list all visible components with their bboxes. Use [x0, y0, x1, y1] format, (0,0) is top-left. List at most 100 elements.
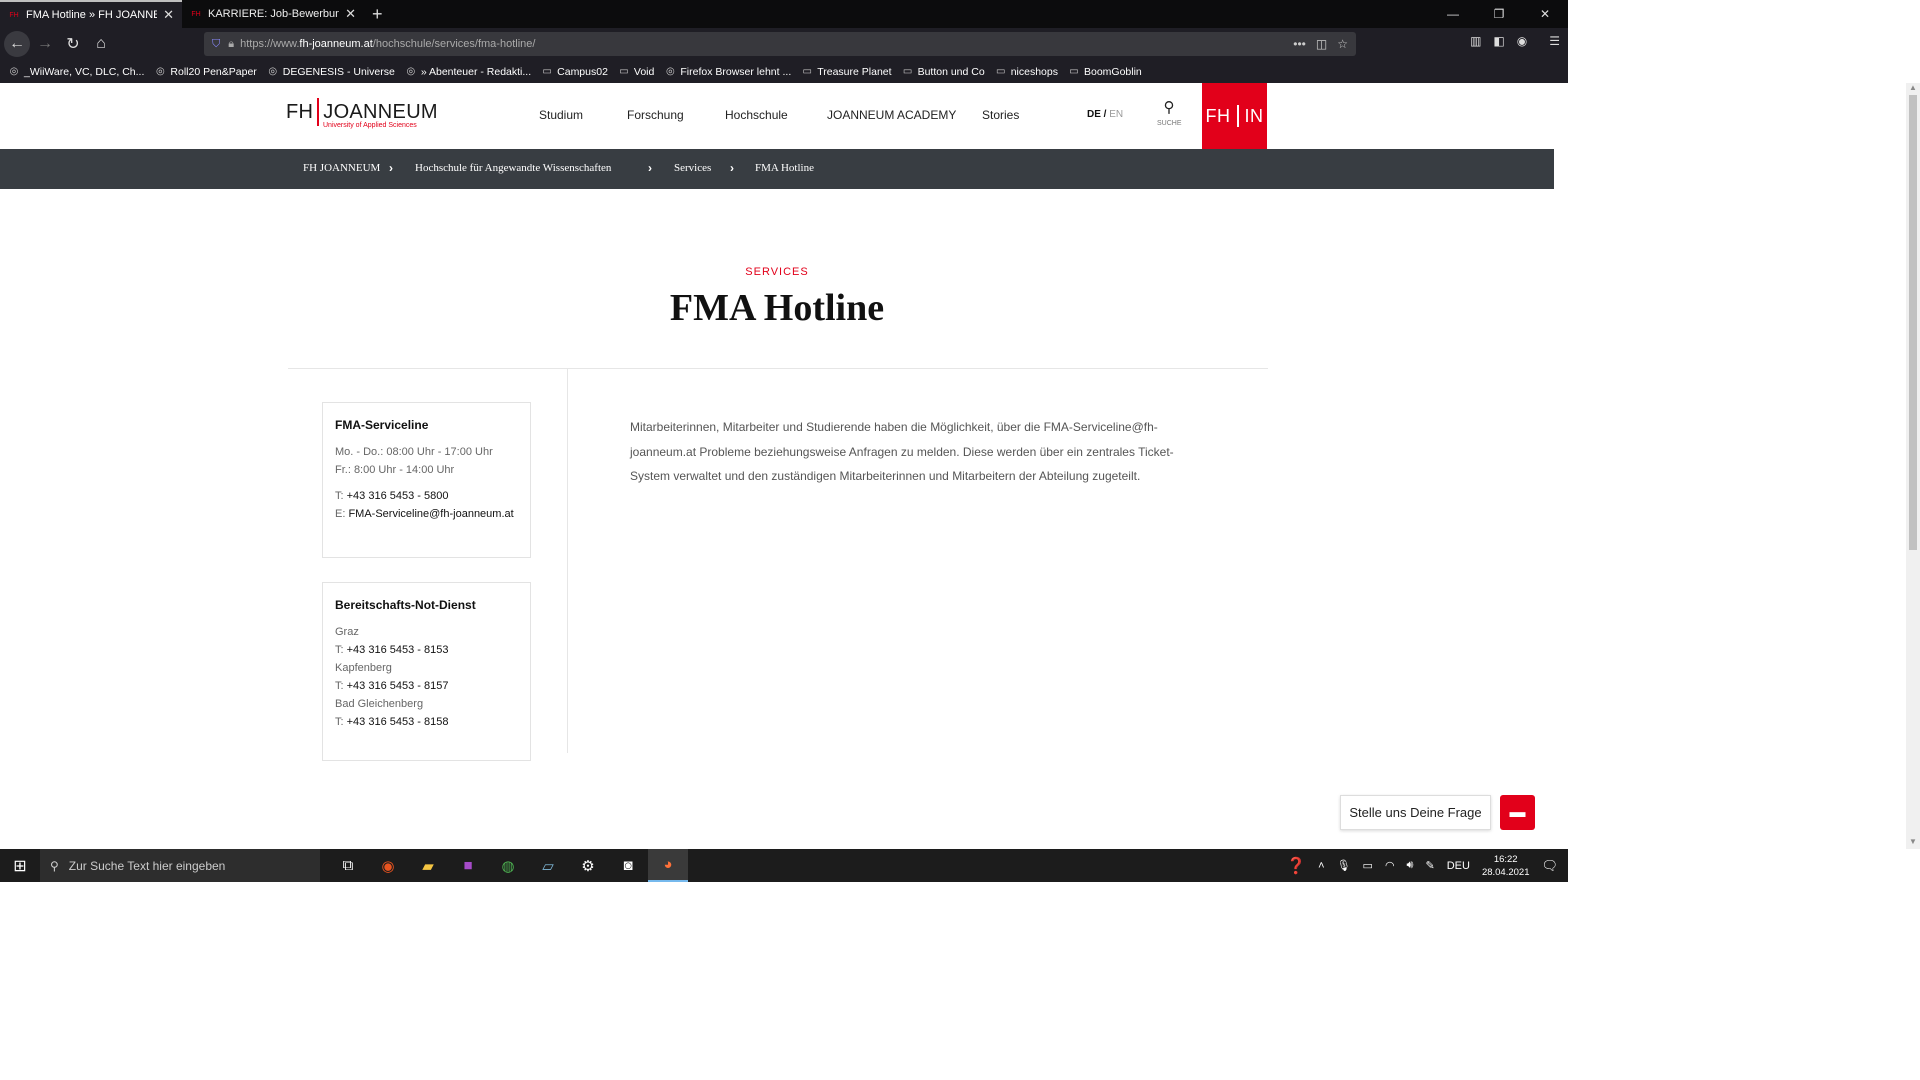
- globe-icon: ◎: [156, 66, 165, 77]
- bookmark-item[interactable]: ▭ Treasure Planet: [801, 66, 892, 78]
- card-title: FMA-Serviceline: [335, 418, 429, 432]
- account-icon[interactable]: ◉: [1517, 34, 1527, 48]
- scroll-up-icon[interactable]: ▲: [1906, 83, 1920, 95]
- ubuntu-icon[interactable]: ◉: [368, 849, 408, 882]
- fh-intern-button[interactable]: FH IN: [1202, 83, 1267, 149]
- wifi-icon[interactable]: ◠: [1385, 859, 1395, 872]
- bookmark-label: _WiiWare, VC, DLC, Ch...: [24, 65, 145, 78]
- pen-icon[interactable]: ✎: [1425, 859, 1434, 872]
- email-link[interactable]: FMA-Serviceline@fh-joanneum.at: [348, 508, 513, 520]
- fh-joanneum-logo[interactable]: FH JOANNEUM University of Applied Science…: [286, 98, 438, 134]
- close-tab-icon[interactable]: ✕: [163, 7, 174, 23]
- breadcrumb-item[interactable]: FH JOANNEUM: [303, 162, 380, 174]
- location-label: Bad Gleichenberg: [335, 698, 424, 710]
- home-icon[interactable]: ⌂: [88, 31, 114, 57]
- favicon-icon: FH: [191, 10, 201, 18]
- nav-studium[interactable]: Studium: [539, 108, 583, 122]
- task-view-icon[interactable]: ⧉: [328, 849, 368, 882]
- battery-icon[interactable]: ▭: [1363, 859, 1373, 872]
- lang-separator: /: [1100, 109, 1110, 120]
- bookmark-item[interactable]: ▭ Void: [618, 66, 654, 78]
- breadcrumb-item[interactable]: Services: [674, 162, 711, 174]
- location-label: Graz: [335, 626, 359, 638]
- page-scrollbar[interactable]: ▲ ▼: [1906, 83, 1920, 849]
- restore-icon[interactable]: ❐: [1476, 0, 1522, 28]
- notifications-icon[interactable]: 🗨︎: [1541, 858, 1558, 874]
- library-icon[interactable]: ▥: [1470, 34, 1481, 48]
- phone-link[interactable]: +43 316 5453 - 8158: [347, 716, 449, 728]
- chevron-right-icon: ›: [730, 161, 734, 175]
- address-bar[interactable]: ⛉ 🔒︎ https://www. fh-joanneum.at/hochschu…: [204, 32, 1356, 56]
- clock-date: 28.04.2021: [1481, 866, 1530, 878]
- input-language[interactable]: DEU: [1447, 860, 1470, 872]
- bookmark-label: DEGENESIS - Universe: [282, 65, 395, 78]
- bookmark-item[interactable]: ▭ niceshops: [995, 66, 1058, 78]
- pocket-icon[interactable]: ◫: [1316, 37, 1327, 51]
- fhin-divider: [1236, 105, 1239, 127]
- search-button[interactable]: ⚲ SUCHE: [1157, 99, 1182, 128]
- new-tab-icon[interactable]: +: [364, 4, 391, 25]
- taskbar-search[interactable]: ⚲ Zur Suche Text hier eingeben: [40, 849, 320, 882]
- bookmark-label: Button und Co: [917, 65, 985, 78]
- file-explorer-icon[interactable]: ▰: [408, 849, 448, 882]
- scrollbar-thumb[interactable]: [1909, 95, 1917, 550]
- close-tab-icon[interactable]: ✕: [345, 6, 356, 22]
- tab-strip: FH FMA Hotline » FH JOANNEUM ✕ FH KARRIE…: [0, 0, 1568, 28]
- camera-app-icon[interactable]: ◙: [608, 849, 648, 882]
- nav-stories[interactable]: Stories: [982, 108, 1019, 122]
- shield-icon[interactable]: ⛉: [212, 38, 220, 51]
- notes-app-icon[interactable]: ▱: [528, 849, 568, 882]
- onenote-icon[interactable]: ■: [448, 849, 488, 882]
- nav-forschung[interactable]: Forschung: [627, 108, 684, 122]
- chat-prompt-button[interactable]: Stelle uns Deine Frage: [1340, 795, 1491, 830]
- firefox-icon[interactable]: ◕: [648, 849, 688, 882]
- url-host: fh-joanneum.at: [299, 38, 373, 50]
- lang-de[interactable]: DE: [1087, 109, 1101, 120]
- microphone-icon[interactable]: 🎙︎: [1337, 859, 1351, 872]
- chat-icon[interactable]: ▬: [1500, 795, 1535, 830]
- page-actions-icon[interactable]: •••: [1293, 37, 1306, 51]
- bookmark-item[interactable]: ▭ BoomGoblin: [1068, 66, 1142, 78]
- chevron-up-icon[interactable]: ˄: [1318, 860, 1324, 872]
- windows-start-icon[interactable]: ⊞: [0, 849, 40, 882]
- bookmark-star-icon[interactable]: ☆: [1337, 37, 1348, 51]
- settings-gear-icon[interactable]: ⚙: [568, 849, 608, 882]
- globe-icon: ◎: [268, 66, 278, 77]
- phone-link[interactable]: +43 316 5453 - 8157: [347, 680, 449, 692]
- minimize-icon[interactable]: —: [1430, 0, 1476, 28]
- mail-prefix: E:: [335, 508, 349, 520]
- clock[interactable]: 16:22 28.04.2021: [1482, 853, 1530, 879]
- bookmark-item[interactable]: ◎ Roll20 Pen&Paper: [154, 65, 257, 78]
- nav-hochschule[interactable]: Hochschule: [725, 108, 788, 122]
- lang-en[interactable]: EN: [1109, 109, 1123, 120]
- bookmark-item[interactable]: ◎ » Abenteuer - Redakti...: [405, 66, 531, 78]
- breadcrumb-item[interactable]: Hochschule für Angewandte Wissenschaften: [415, 162, 611, 174]
- folder-icon: ▭: [619, 66, 629, 77]
- tab-karriere[interactable]: FH KARRIERE: Job-Bewerbung – JO ✕: [182, 0, 364, 28]
- logo-right: JOANNEUM: [323, 101, 438, 124]
- bookmark-label: Roll20 Pen&Paper: [170, 65, 257, 78]
- folder-icon: ▭: [1069, 66, 1079, 77]
- nav-joanneum-academy[interactable]: JOANNEUM ACADEMY: [827, 108, 956, 122]
- scroll-down-icon[interactable]: ▼: [1906, 837, 1920, 849]
- sidebar-icon[interactable]: ◧: [1493, 34, 1504, 48]
- logo-left: FH: [286, 101, 314, 124]
- back-icon[interactable]: ←: [4, 31, 30, 57]
- reload-icon[interactable]: ↻: [60, 31, 86, 57]
- bookmark-item[interactable]: ▭ Campus02: [541, 66, 608, 78]
- chrome-icon[interactable]: ◍: [488, 849, 528, 882]
- bookmark-item[interactable]: ◎ _WiiWare, VC, DLC, Ch...: [8, 65, 145, 78]
- url-prefix: https://www.: [240, 38, 300, 50]
- bookmark-item[interactable]: ▭ Button und Co: [902, 66, 985, 78]
- close-window-icon[interactable]: ✕: [1522, 0, 1568, 28]
- bookmark-item[interactable]: ◎ Firefox Browser lehnt ...: [664, 66, 791, 78]
- phone-link[interactable]: +43 316 5453 - 5800: [347, 490, 449, 502]
- volume-icon[interactable]: 🔊︎: [1407, 859, 1414, 872]
- phone-link[interactable]: +43 316 5453 - 8153: [347, 644, 449, 656]
- forward-icon[interactable]: →: [32, 31, 58, 57]
- system-tray: ❓ ˄ 🎙︎ ▭ ◠ 🔊︎ ✎ DEU 16:22 28.04.2021 🗨︎: [1286, 849, 1568, 882]
- menu-icon[interactable]: ☰: [1549, 34, 1560, 48]
- tab-fma-hotline[interactable]: FH FMA Hotline » FH JOANNEUM ✕: [0, 0, 182, 28]
- help-icon[interactable]: ❓: [1286, 856, 1306, 876]
- bookmark-item[interactable]: ◎ DEGENESIS - Universe: [267, 65, 395, 78]
